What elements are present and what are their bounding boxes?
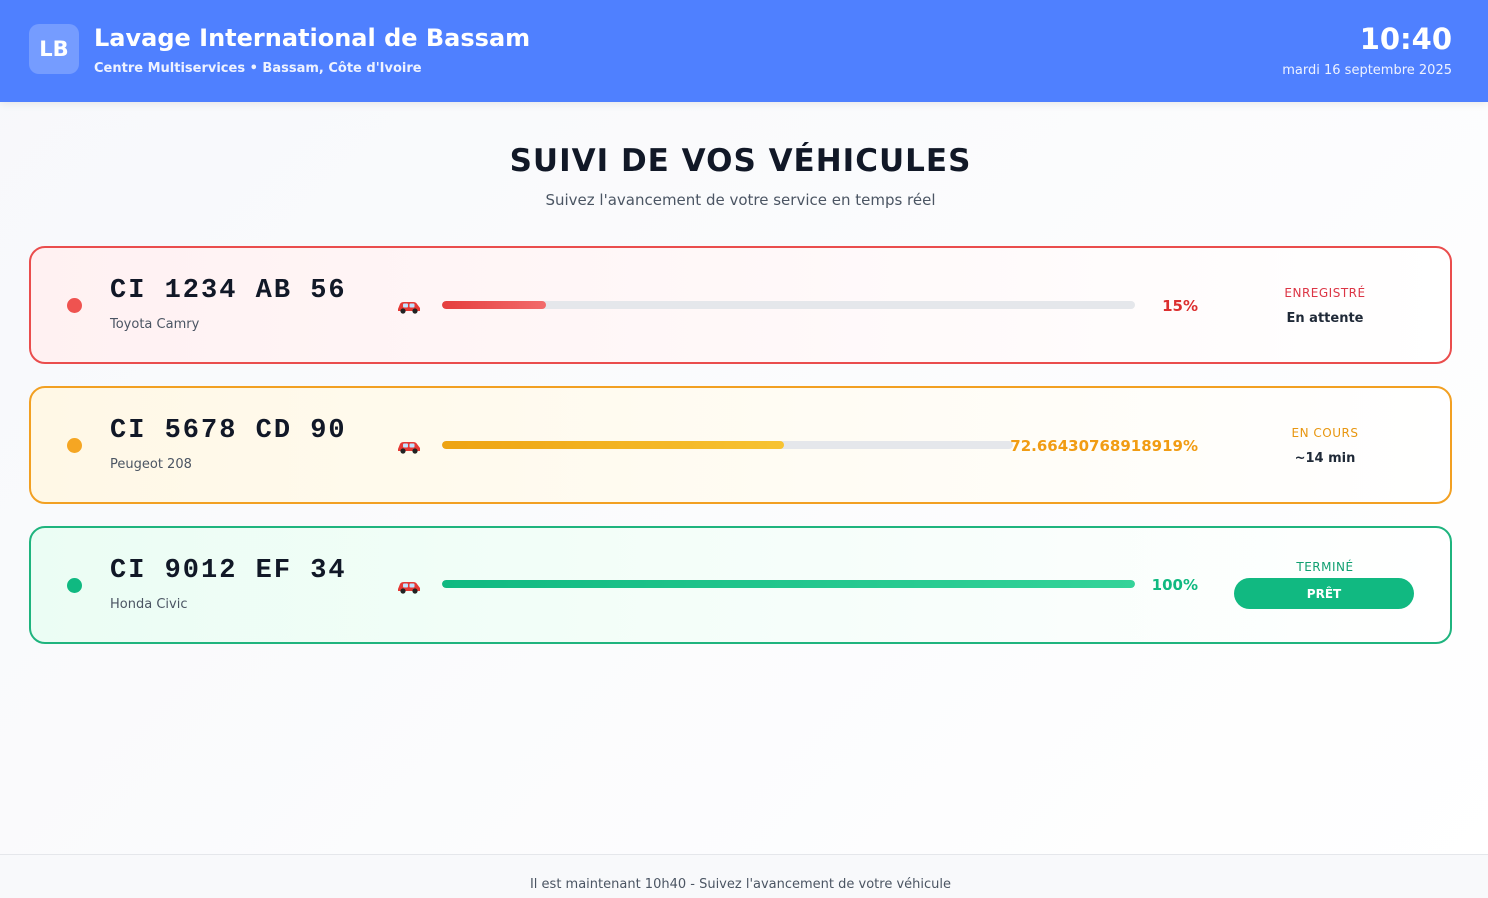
vehicle-model: Peugeot 208 <box>110 457 192 472</box>
status-label: ENREGISTRÉ <box>1284 286 1366 300</box>
progress-percent: 15% <box>1162 297 1198 315</box>
status-label: TERMINÉ <box>1296 560 1354 574</box>
vehicle-card: CI 1234 AB 56 Toyota Camry 15% ENREGISTR… <box>29 246 1452 364</box>
status-detail: En attente <box>1286 311 1364 326</box>
progress-track <box>442 441 1013 449</box>
progress-track <box>442 580 1135 588</box>
progress-fill <box>442 580 1135 588</box>
car-icon <box>398 442 420 454</box>
business-subtitle: Centre Multiservices • Bassam, Côte d'Iv… <box>94 61 422 76</box>
logo: LB <box>29 24 79 74</box>
page-title: SUIVI DE VOS VÉHICULES <box>509 143 972 179</box>
current-date: mardi 16 septembre 2025 <box>1282 63 1452 78</box>
status-dot <box>67 298 82 313</box>
status-dot <box>67 438 82 453</box>
vehicle-model: Toyota Camry <box>110 317 200 332</box>
car-icon <box>398 582 420 594</box>
progress-percent: 72.66430768918919% <box>1010 437 1198 455</box>
footer: Il est maintenant 10h40 - Suivez l'avanc… <box>0 854 1488 898</box>
status-dot <box>67 578 82 593</box>
clock: 10:40 <box>1359 22 1452 56</box>
license-plate: CI 5678 CD 90 <box>110 416 347 446</box>
page-subtitle: Suivez l'avancement de votre service en … <box>545 191 936 209</box>
vehicle-model: Honda Civic <box>110 597 188 612</box>
ready-button[interactable]: PRÊT <box>1234 578 1414 609</box>
footer-text: Il est maintenant 10h40 - Suivez l'avanc… <box>529 877 952 892</box>
progress-fill <box>442 301 546 309</box>
vehicle-card: CI 5678 CD 90 Peugeot 208 72.66430768918… <box>29 386 1452 504</box>
vehicle-card: CI 9012 EF 34 Honda Civic 100% TERMINÉ P… <box>29 526 1452 644</box>
status-label: EN COURS <box>1291 426 1359 440</box>
app-header: LB Lavage International de Bassam Centre… <box>0 0 1488 102</box>
license-plate: CI 1234 AB 56 <box>110 276 347 306</box>
license-plate: CI 9012 EF 34 <box>110 556 347 586</box>
progress-percent: 100% <box>1151 576 1198 594</box>
progress-fill <box>442 441 785 449</box>
status-detail: ~14 min <box>1294 451 1356 466</box>
progress-track <box>442 301 1135 309</box>
car-icon <box>398 302 420 314</box>
business-name: Lavage International de Bassam <box>94 24 531 52</box>
